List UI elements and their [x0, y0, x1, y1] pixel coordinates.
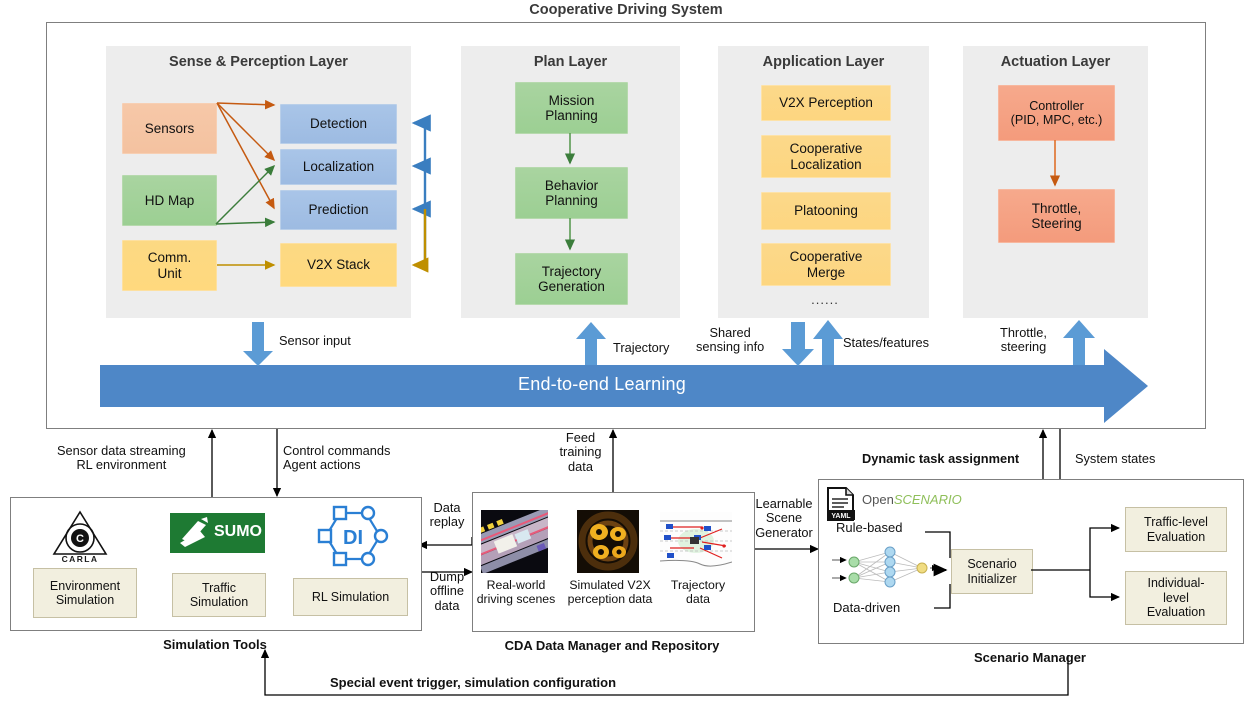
scenario-manager-caption: Scenario Manager	[974, 650, 1086, 665]
scenario-manager-connectors	[925, 523, 1121, 609]
